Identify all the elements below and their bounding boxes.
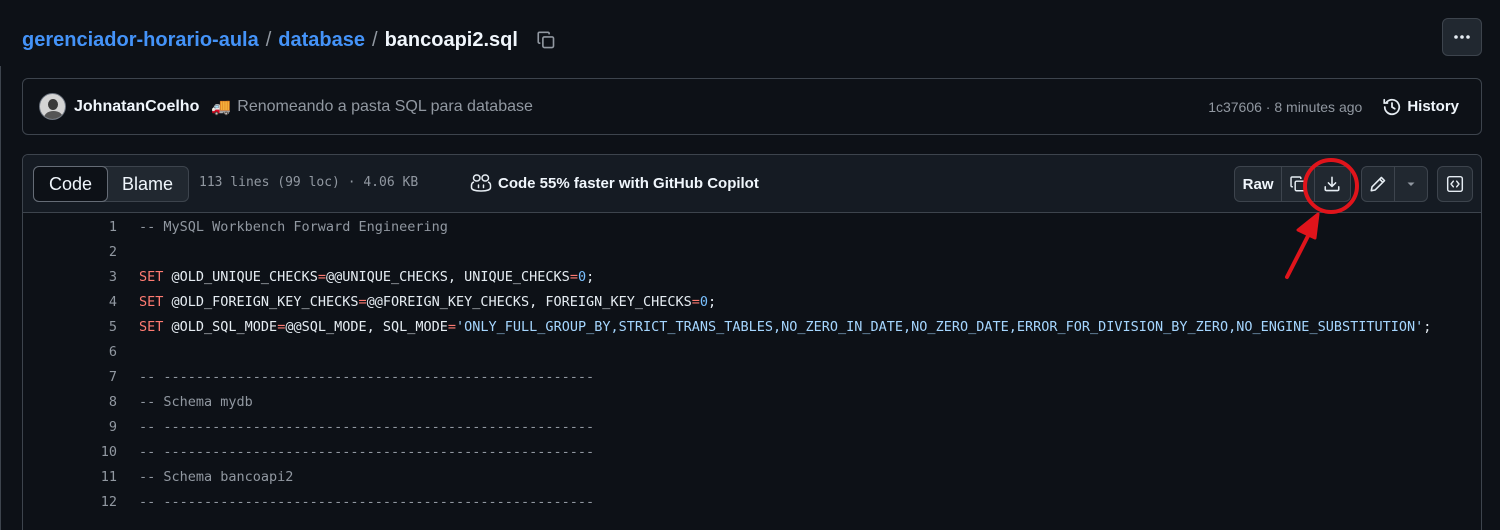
commit-message-link[interactable]: Renomeando a pasta SQL para database: [237, 98, 533, 116]
commit-sha-and-time[interactable]: 1c37606 · 8 minutes ago: [1208, 99, 1362, 115]
code-line: 9 -- ------------------------------------…: [23, 414, 1481, 439]
line-number[interactable]: 6: [57, 344, 117, 360]
line-number[interactable]: 10: [57, 444, 117, 460]
copilot-icon: [470, 174, 492, 192]
avatar[interactable]: [39, 93, 66, 120]
line-number[interactable]: 4: [57, 294, 117, 310]
triangle-down-icon: [1407, 182, 1415, 186]
breadcrumb-separator: /: [372, 28, 378, 51]
copy-raw-button[interactable]: [1282, 167, 1315, 201]
breadcrumb-separator: /: [265, 28, 272, 51]
code-line: 10 -- -----------------------------------…: [23, 439, 1481, 464]
copy-icon: [537, 31, 555, 49]
code-line: 4 SET @OLD_FOREIGN_KEY_CHECKS=@@FOREIGN_K…: [23, 289, 1481, 314]
code-line: 8 -- Schema mydb: [23, 389, 1481, 414]
line-number[interactable]: 12: [57, 494, 117, 510]
line-number[interactable]: 7: [57, 369, 117, 385]
code-line: 7 -- ------------------------------------…: [23, 364, 1481, 389]
breadcrumb: gerenciador-horario-aula / database / ba…: [22, 26, 558, 54]
line-number[interactable]: 2: [57, 244, 117, 260]
line-number[interactable]: 5: [57, 319, 117, 335]
tab-blame[interactable]: Blame: [107, 167, 188, 201]
code-line: 12 -- -----------------------------------…: [23, 489, 1481, 514]
line-content: -- -------------------------------------…: [139, 443, 595, 460]
line-content: -- Schema bancoapi2: [139, 468, 294, 485]
line-content: -- -------------------------------------…: [139, 493, 595, 510]
line-content: SET @OLD_FOREIGN_KEY_CHECKS=@@FOREIGN_KE…: [139, 293, 717, 310]
view-mode-switch: Code Blame: [33, 166, 190, 202]
line-number[interactable]: 8: [57, 394, 117, 410]
more-options-button[interactable]: [1442, 18, 1482, 56]
download-icon: [1324, 176, 1340, 192]
line-number[interactable]: 9: [57, 419, 117, 435]
code-listing: 1 -- MySQL Workbench Forward Engineering 2…: [23, 214, 1481, 514]
copy-path-button[interactable]: [534, 28, 558, 52]
history-button[interactable]: History: [1382, 97, 1459, 117]
copy-icon: [1290, 176, 1306, 192]
latest-commit-bar: JohnatanCoelho 🚚 Renomeando a pasta SQL …: [22, 78, 1482, 135]
code-line: 3 SET @OLD_UNIQUE_CHECKS=@@UNIQUE_CHECKS,…: [23, 264, 1481, 289]
code-line: 11 -- Schema bancoapi2: [23, 464, 1481, 489]
raw-actions-group: Raw: [1234, 166, 1351, 202]
raw-button[interactable]: Raw: [1235, 167, 1283, 201]
history-label: History: [1407, 98, 1459, 115]
symbols-panel-button[interactable]: [1437, 166, 1473, 202]
copilot-promo-link[interactable]: Code 55% faster with GitHub Copilot: [470, 173, 759, 193]
breadcrumb-file-name: bancoapi2.sql: [384, 28, 518, 51]
commit-author-link[interactable]: JohnatanCoelho: [74, 98, 199, 116]
page-border: [0, 66, 1, 530]
copilot-promo-label: Code 55% faster with GitHub Copilot: [498, 174, 759, 192]
pencil-icon: [1370, 176, 1386, 192]
line-number[interactable]: 11: [57, 469, 117, 485]
code-square-icon: [1446, 175, 1464, 193]
truck-emoji: 🚚: [211, 98, 232, 116]
history-icon: [1383, 98, 1401, 115]
edit-actions-group: [1361, 166, 1428, 202]
code-line: 6: [23, 339, 1481, 364]
line-content: -- -------------------------------------…: [139, 368, 595, 385]
breadcrumb-repo-link[interactable]: gerenciador-horario-aula: [22, 29, 259, 52]
code-line: 1 -- MySQL Workbench Forward Engineering: [23, 214, 1481, 239]
line-content: SET @OLD_UNIQUE_CHECKS=@@UNIQUE_CHECKS, …: [139, 268, 595, 285]
download-raw-button[interactable]: [1315, 167, 1350, 201]
line-content: -- -------------------------------------…: [139, 418, 595, 435]
line-content: -- MySQL Workbench Forward Engineering: [139, 218, 448, 235]
line-content: SET @OLD_SQL_MODE=@@SQL_MODE, SQL_MODE='…: [139, 318, 1432, 335]
line-number[interactable]: 3: [57, 269, 117, 285]
code-line: 5 SET @OLD_SQL_MODE=@@SQL_MODE, SQL_MODE=…: [23, 314, 1481, 339]
line-number[interactable]: 1: [57, 219, 117, 235]
edit-menu-button[interactable]: [1395, 167, 1427, 201]
code-line: 2: [23, 239, 1481, 264]
file-viewer: Code Blame 113 lines (99 loc) · 4.06 KB …: [22, 154, 1482, 530]
file-header: Code Blame 113 lines (99 loc) · 4.06 KB …: [23, 155, 1481, 213]
line-content: -- Schema mydb: [139, 393, 253, 410]
breadcrumb-folder-link[interactable]: database: [278, 29, 365, 52]
file-stats: 113 lines (99 loc) · 4.06 KB: [199, 175, 419, 190]
tab-code[interactable]: Code: [33, 166, 109, 202]
kebab-horizontal-icon: [1454, 35, 1470, 39]
edit-file-button[interactable]: [1362, 167, 1395, 201]
